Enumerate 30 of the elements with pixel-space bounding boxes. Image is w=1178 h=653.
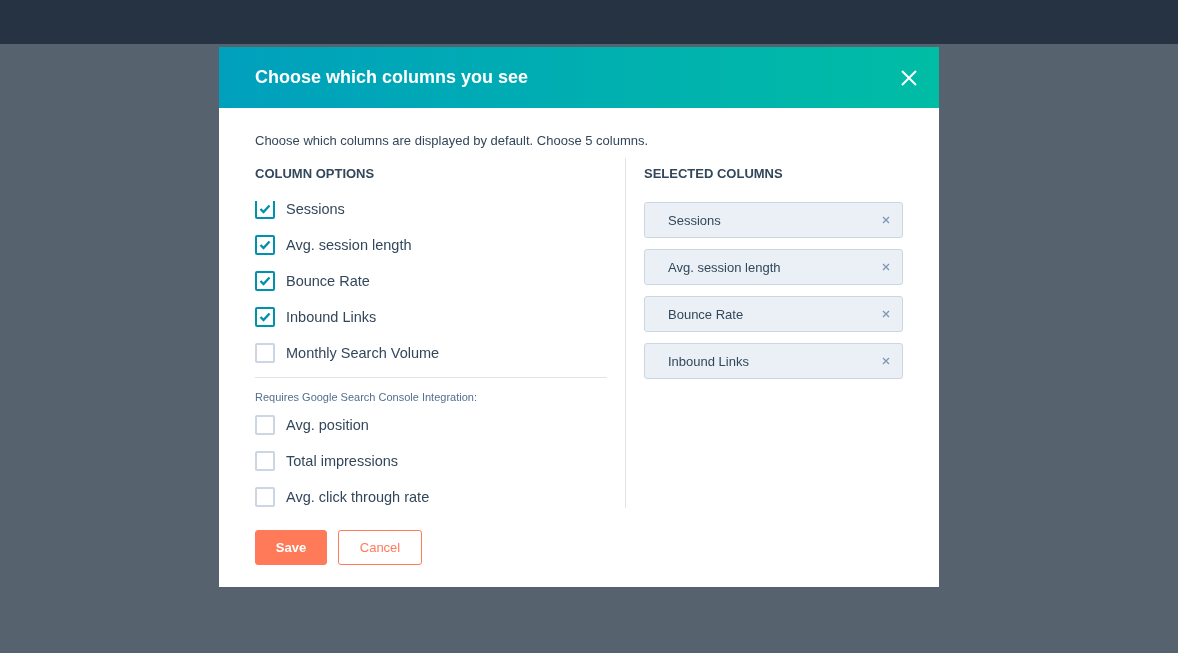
- selected-columns-heading: SELECTED COLUMNS: [644, 166, 784, 182]
- checkmark-icon: [259, 204, 271, 214]
- close-icon[interactable]: [901, 69, 917, 86]
- selected-column-chip[interactable]: Inbound Links: [644, 343, 903, 379]
- remove-icon[interactable]: [882, 310, 890, 318]
- checkmark-icon: [259, 312, 271, 322]
- selected-column-chip[interactable]: Sessions: [644, 202, 903, 238]
- checkbox[interactable]: [255, 307, 275, 327]
- checkbox-label: Avg. session length: [286, 237, 412, 253]
- selected-column-chip[interactable]: Avg. session length: [644, 249, 903, 285]
- remove-icon[interactable]: [882, 263, 890, 271]
- checkbox-label: Inbound Links: [286, 309, 377, 325]
- checkbox-label: Sessions: [286, 201, 345, 217]
- intro-text: Choose which columns are displayed by default. Choose 5 columns.: [255, 133, 650, 149]
- modal-title: Choose which columns you see: [255, 67, 529, 88]
- checkbox[interactable]: [255, 271, 275, 291]
- checkbox-label: Avg. position: [286, 417, 369, 433]
- checkbox-label: Avg. click through rate: [286, 489, 430, 505]
- checkbox-label: Bounce Rate: [286, 273, 370, 289]
- checkmark-icon: [259, 276, 271, 286]
- selected-column-chip[interactable]: Bounce Rate: [644, 296, 903, 332]
- remove-icon[interactable]: [882, 216, 890, 224]
- checkbox-label: Total impressions: [286, 453, 398, 469]
- remove-icon[interactable]: [882, 357, 890, 365]
- column-options-heading: COLUMN OPTIONS: [255, 166, 376, 182]
- checkbox[interactable]: [255, 201, 275, 219]
- integration-note: Requires Google Search Console Integration:: [255, 390, 478, 404]
- checkbox[interactable]: [255, 235, 275, 255]
- checkmark-icon: [259, 240, 271, 250]
- checkbox-label: Monthly Search Volume: [286, 345, 440, 361]
